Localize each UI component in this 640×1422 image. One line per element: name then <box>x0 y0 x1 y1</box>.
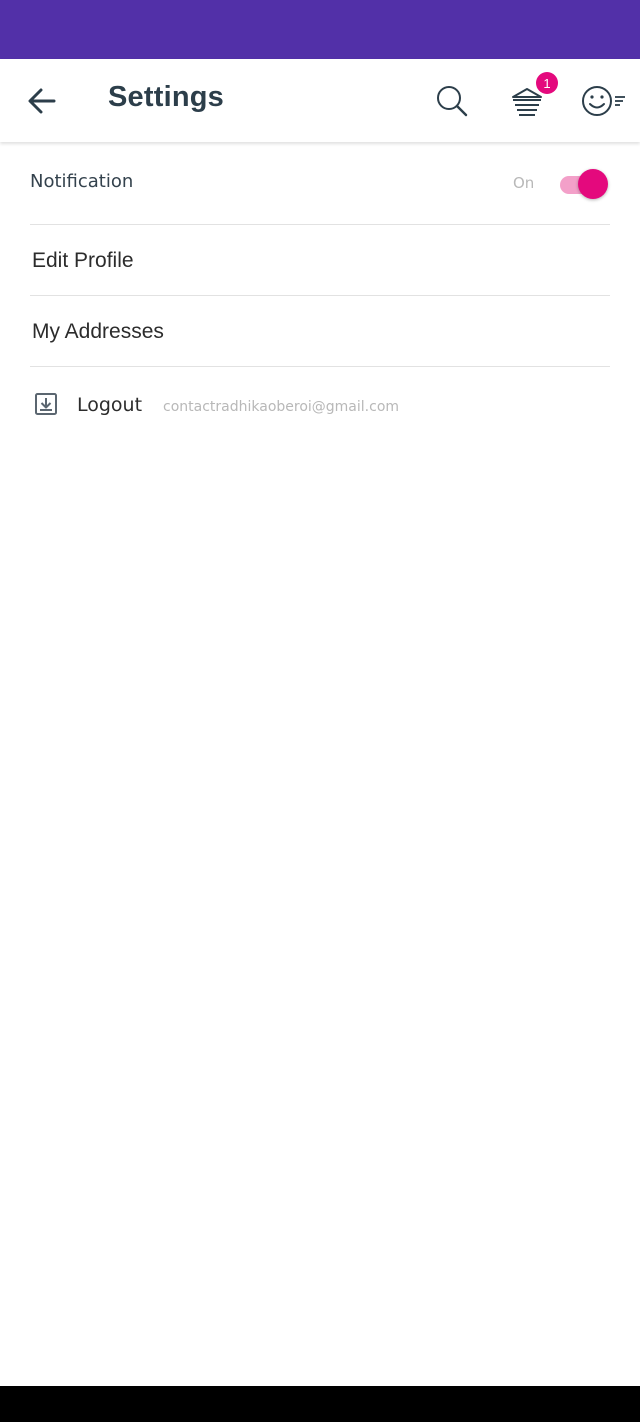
account-email: contactradhikaoberoi@gmail.com <box>163 399 400 415</box>
system-navigation-bar <box>0 1386 640 1422</box>
notification-row: Notification On <box>30 142 610 225</box>
edit-profile-label: Edit Profile <box>32 249 134 272</box>
logout-label: Logout <box>77 394 143 416</box>
arrow-left-icon <box>28 88 56 114</box>
settings-list: Notification On Edit Profile My Addresse… <box>30 142 610 367</box>
page-title: Settings <box>108 81 224 113</box>
my-addresses-item[interactable]: My Addresses <box>30 296 610 367</box>
back-button[interactable] <box>20 79 64 123</box>
status-bar <box>0 0 640 59</box>
notification-toggle[interactable] <box>560 169 610 199</box>
cart-count-badge: 1 <box>536 72 558 94</box>
search-icon <box>437 86 468 117</box>
my-addresses-label: My Addresses <box>32 320 164 343</box>
notification-state-text: On <box>513 174 535 192</box>
logout-icon <box>35 393 57 415</box>
toggle-knob <box>578 169 608 199</box>
logout-item[interactable]: Logout contactradhikaoberoi@gmail.com <box>30 372 610 442</box>
profile-menu-button[interactable] <box>580 77 628 125</box>
search-button[interactable] <box>428 77 476 125</box>
smiley-menu-icon <box>582 86 625 116</box>
edit-profile-item[interactable]: Edit Profile <box>30 225 610 296</box>
notification-label: Notification <box>30 171 134 192</box>
